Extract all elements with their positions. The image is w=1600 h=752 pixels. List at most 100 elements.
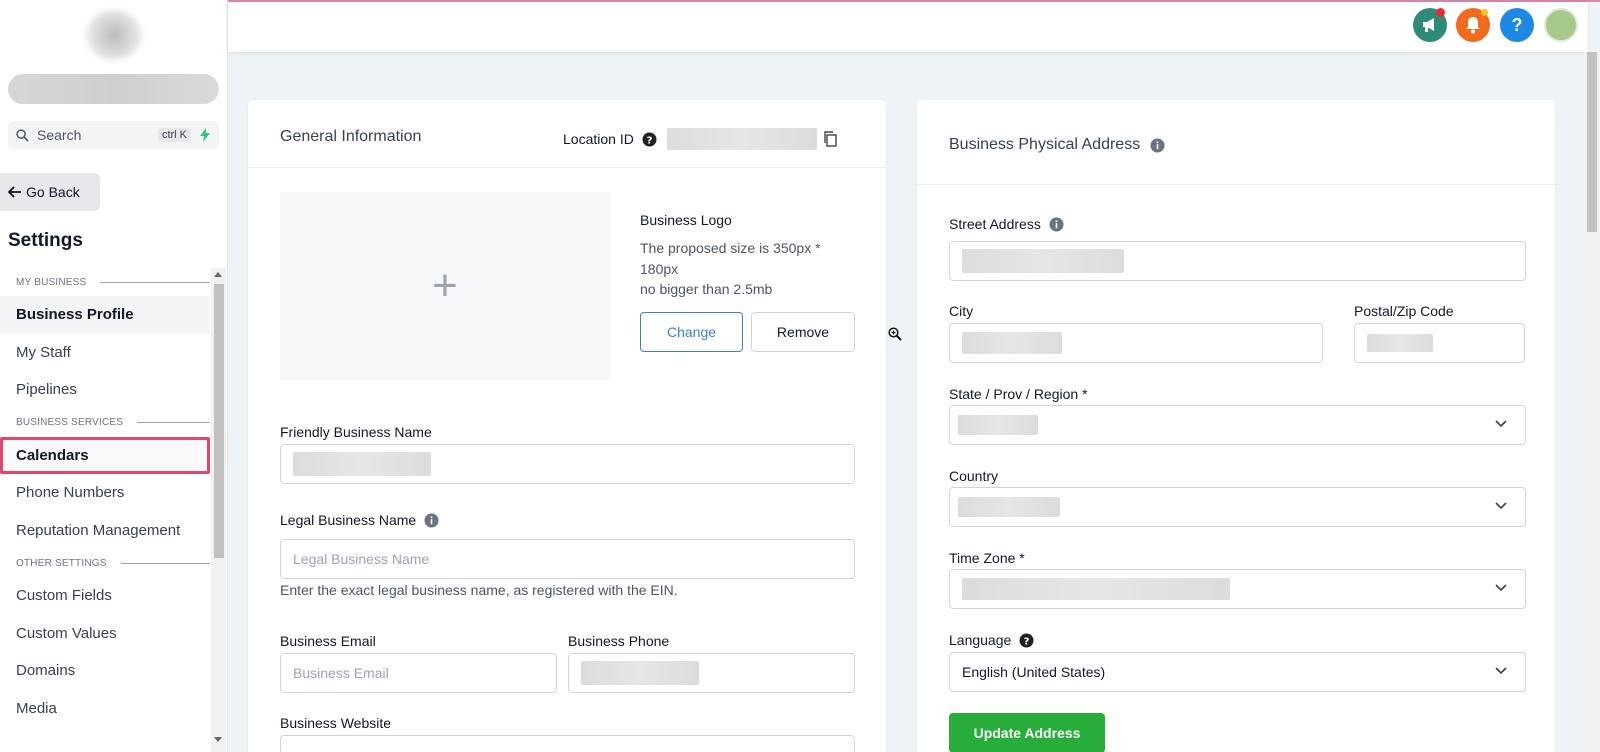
- bell-icon[interactable]: [1456, 8, 1490, 42]
- email-input[interactable]: Business Email: [280, 653, 557, 693]
- remove-logo-button[interactable]: Remove: [751, 312, 855, 352]
- company-logo: [86, 10, 142, 60]
- sidebar-item-domains[interactable]: Domains: [0, 652, 210, 690]
- state-label: State / Prov / Region *: [949, 386, 1088, 402]
- sidebar-item-pipelines[interactable]: Pipelines: [0, 371, 210, 409]
- country-select[interactable]: [949, 487, 1526, 527]
- sidebar-item-phone-numbers[interactable]: Phone Numbers: [0, 474, 210, 512]
- sidebar-scrollbar[interactable]: [211, 268, 226, 752]
- legal-name-input[interactable]: Legal Business Name: [280, 539, 855, 579]
- scroll-up-arrow[interactable]: [214, 272, 222, 277]
- scrollbar-thumb[interactable]: [214, 284, 224, 558]
- logo-upload-area[interactable]: +: [280, 192, 610, 380]
- legal-name-help-text: Enter the exact legal business name, as …: [280, 582, 678, 598]
- arrow-left-icon: [8, 186, 21, 198]
- settings-title: Settings: [8, 230, 83, 251]
- lightning-icon[interactable]: [199, 128, 211, 142]
- language-value: English (United States): [962, 664, 1106, 680]
- svg-text:?: ?: [646, 135, 652, 146]
- sidebar-item-business-profile[interactable]: Business Profile: [0, 296, 210, 334]
- phone-label: Business Phone: [568, 633, 670, 649]
- notification-dot: [1436, 8, 1445, 17]
- legal-name-label: Legal Business Name: [280, 512, 417, 528]
- search-icon: [16, 128, 29, 142]
- sidebar-item-media[interactable]: Media: [0, 690, 210, 728]
- street-label-row: Street Address: [949, 216, 1064, 232]
- state-select[interactable]: [949, 405, 1526, 445]
- section-header-my-business: MY BUSINESS: [0, 268, 210, 296]
- phone-input[interactable]: [568, 653, 855, 693]
- friendly-name-value: [293, 452, 431, 476]
- zip-input[interactable]: [1354, 323, 1525, 363]
- sidebar-item-my-staff[interactable]: My Staff: [0, 334, 210, 372]
- timezone-value: [962, 578, 1230, 600]
- city-input[interactable]: [949, 323, 1323, 363]
- location-id-value: [666, 128, 817, 150]
- street-input[interactable]: [949, 241, 1526, 281]
- go-back-button[interactable]: Go Back: [0, 173, 100, 211]
- logo-weight-hint: no bigger than 2.5mb: [640, 281, 773, 297]
- timezone-label: Time Zone *: [949, 550, 1025, 566]
- copy-icon[interactable]: [823, 131, 837, 147]
- sidebar: Search ctrl K Go Back Settings MY BUSINE…: [0, 0, 228, 752]
- scrollbar-thumb[interactable]: [1587, 52, 1597, 232]
- sidebar-item-calendars[interactable]: Calendars: [0, 436, 210, 474]
- business-address-card: Business Physical Address Street Address…: [917, 100, 1555, 752]
- legal-name-placeholder: Legal Business Name: [293, 551, 430, 567]
- svg-text:?: ?: [1024, 636, 1030, 647]
- website-input[interactable]: [280, 735, 855, 752]
- scroll-down-arrow[interactable]: [214, 737, 222, 742]
- timezone-select[interactable]: [949, 569, 1526, 609]
- update-address-button[interactable]: Update Address: [949, 713, 1105, 752]
- section-header-business-services: BUSINESS SERVICES: [0, 409, 210, 437]
- friendly-name-label: Friendly Business Name: [280, 424, 432, 440]
- zoom-cursor-icon: [888, 327, 902, 341]
- phone-value: [581, 661, 699, 685]
- chevron-down-icon: [1495, 502, 1507, 510]
- country-label: Country: [949, 468, 999, 484]
- card-title-row: Business Physical Address: [949, 136, 1165, 154]
- legal-name-label-row: Legal Business Name: [280, 512, 439, 528]
- sidebar-item-custom-values[interactable]: Custom Values: [0, 615, 210, 653]
- change-logo-button[interactable]: Change: [640, 312, 743, 352]
- question-circle-icon[interactable]: ?: [1019, 633, 1034, 648]
- card-title: General Information: [280, 128, 422, 145]
- avatar[interactable]: [1544, 8, 1578, 42]
- info-icon[interactable]: [1150, 138, 1165, 153]
- logo-size-hint: The proposed size is 350px * 180px: [640, 240, 821, 277]
- search-bar[interactable]: Search ctrl K: [8, 121, 219, 149]
- chevron-down-icon: [1495, 667, 1507, 675]
- zip-label: Postal/Zip Code: [1354, 303, 1454, 319]
- search-label: Search: [37, 127, 82, 143]
- info-icon[interactable]: [1049, 217, 1064, 232]
- info-icon[interactable]: [424, 513, 439, 528]
- megaphone-icon[interactable]: [1413, 8, 1447, 42]
- help-icon[interactable]: ?: [1500, 8, 1534, 42]
- city-value: [962, 332, 1062, 354]
- chevron-down-icon: [1495, 420, 1507, 428]
- state-value: [958, 415, 1038, 435]
- question-circle-icon[interactable]: ?: [642, 132, 657, 147]
- email-placeholder: Business Email: [293, 665, 389, 681]
- language-select[interactable]: English (United States): [949, 652, 1526, 692]
- go-back-label: Go Back: [26, 184, 80, 200]
- website-label: Business Website: [280, 715, 392, 731]
- settings-nav: MY BUSINESS Business Profile My Staff Pi…: [0, 268, 210, 752]
- top-header: ?: [228, 2, 1588, 52]
- logo-title: Business Logo: [640, 212, 732, 228]
- sidebar-item-custom-fields[interactable]: Custom Fields: [0, 577, 210, 615]
- general-information-card: General Information Location ID ? + Busi…: [248, 100, 886, 752]
- main-scrollbar[interactable]: [1584, 52, 1600, 752]
- notification-dot: [1481, 9, 1488, 16]
- friendly-name-input[interactable]: [280, 444, 855, 484]
- email-label: Business Email: [280, 633, 376, 649]
- card-title: Business Physical Address: [949, 136, 1141, 153]
- section-header-other-settings: OTHER SETTINGS: [0, 549, 210, 577]
- chevron-down-icon: [1495, 584, 1507, 592]
- country-value: [958, 497, 1060, 517]
- zip-value: [1367, 334, 1433, 352]
- account-switcher[interactable]: [8, 74, 219, 104]
- street-value: [962, 249, 1124, 273]
- location-id-label: Location ID: [563, 131, 634, 147]
- sidebar-item-reputation-management[interactable]: Reputation Management: [0, 512, 210, 550]
